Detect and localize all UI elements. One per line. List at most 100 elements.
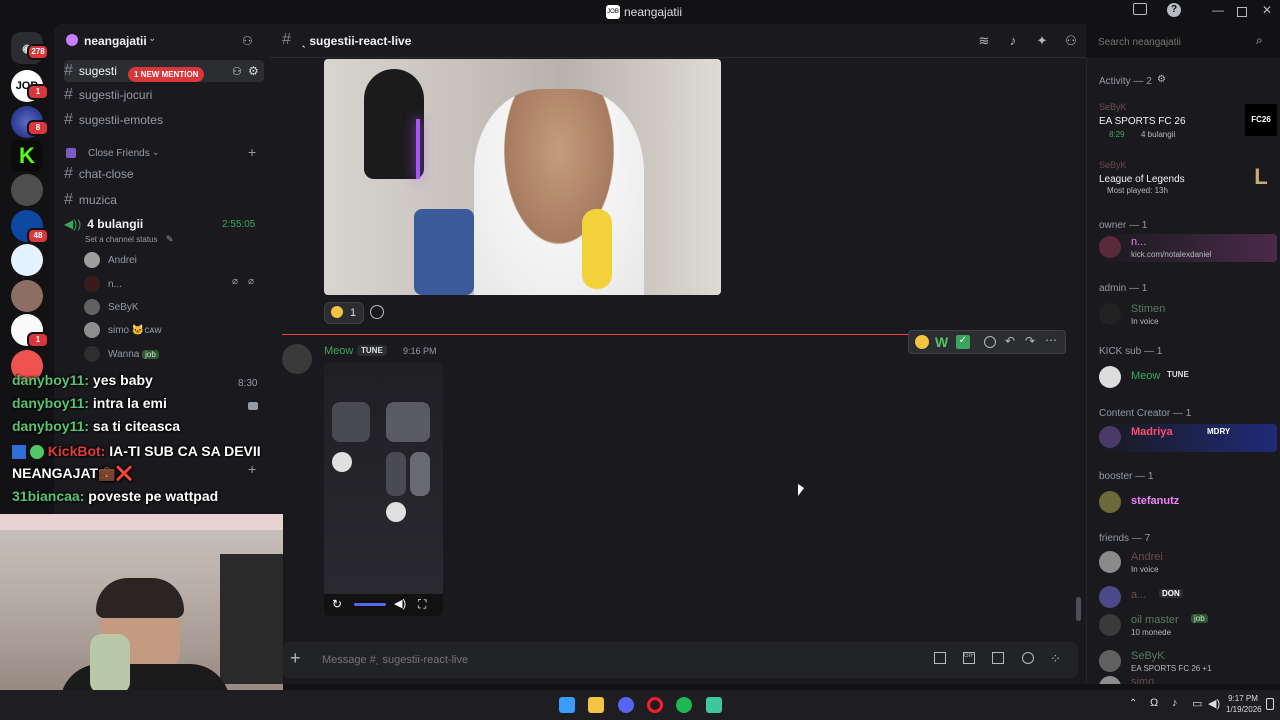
activity-card[interactable]: SeByK EA SPORTS FC 26 8:29 4 bulangii FC… [1099, 102, 1277, 139]
sticker-icon[interactable] [992, 652, 1004, 664]
voice-user[interactable]: SeByK [84, 298, 139, 316]
voice-user-name: SeByK [108, 301, 139, 313]
server-icon[interactable] [11, 244, 43, 276]
activity-card[interactable]: SeByK League of Legends Most played: 13h… [1099, 160, 1277, 195]
pin-icon[interactable]: ✦ [1034, 33, 1050, 49]
apps-icon[interactable]: ⁘ [1050, 651, 1061, 667]
hash-icon: # [64, 165, 73, 182]
close-button[interactable]: ✕ [1262, 3, 1272, 17]
emoji-picker-icon[interactable] [1022, 652, 1034, 664]
avatar [1099, 366, 1121, 388]
member-item[interactable]: Madriya MDRY [1099, 424, 1277, 452]
message-input[interactable] [322, 650, 882, 670]
server-icon-kick[interactable]: K [11, 140, 43, 172]
gift-icon[interactable] [934, 652, 946, 664]
chevron-down-icon[interactable]: ⌄ [152, 147, 160, 158]
w-emoji-icon[interactable]: W [935, 334, 948, 350]
invite-icon[interactable]: ⚇ [232, 65, 242, 78]
fullscreen-icon[interactable]: ⛶ [418, 597, 426, 612]
member-item[interactable]: oil master job 10 monede [1099, 612, 1277, 640]
scrollbar[interactable] [1076, 597, 1081, 621]
windows-icon[interactable] [559, 697, 575, 713]
activity-user: SeByK [1099, 160, 1127, 170]
gif-icon[interactable]: GIF [963, 652, 975, 664]
voice-user[interactable]: Andrei [84, 251, 137, 269]
search-box[interactable]: ⌕ [1092, 31, 1274, 53]
activity-user: SeByK [1099, 102, 1127, 112]
voice-user[interactable]: Wanna job [84, 345, 159, 363]
member-item[interactable]: stefanutz [1099, 489, 1277, 517]
add-channel-icon[interactable]: + [248, 144, 256, 160]
inbox-icon[interactable] [1133, 3, 1147, 15]
channel-item[interactable]: # chat-close [64, 163, 264, 185]
reaction-chip[interactable]: 1 [324, 302, 364, 324]
member-item[interactable]: a... DON [1099, 584, 1277, 612]
bell-icon[interactable]: ♪ [1005, 33, 1021, 49]
member-item[interactable]: Meow TUNE [1099, 364, 1277, 392]
member-item[interactable]: n... kick.com/notalexdaniel [1099, 234, 1277, 262]
taskbar: ⌃ Ω ♪ ▭ ◀) 9:17 PM 1/19/2026 [0, 690, 1280, 720]
voice-user[interactable]: simo 🐱ᴄᴀᴡ [84, 321, 162, 339]
channel-item[interactable]: # sugestii-jocuri [64, 84, 264, 106]
avatar [1099, 236, 1121, 258]
server-icon[interactable] [11, 174, 43, 206]
media-image[interactable] [324, 59, 721, 295]
voice-user-name: n... [108, 278, 122, 290]
forward-icon[interactable]: ↷ [1025, 334, 1035, 348]
member-name: n... [1131, 236, 1147, 248]
user-tag: TUNE [1167, 370, 1189, 379]
clock-date[interactable]: 1/19/2026 [1226, 705, 1262, 714]
search-input[interactable] [1098, 34, 1248, 50]
volume-icon[interactable]: ◀) [1208, 697, 1220, 710]
discord-icon[interactable] [618, 697, 634, 713]
member-status: EA SPORTS FC 26 +1 [1131, 664, 1212, 673]
members-icon[interactable]: ⚇ [1063, 33, 1079, 49]
progress-bar[interactable] [354, 603, 386, 606]
threads-icon[interactable]: ≋ [976, 33, 992, 49]
add-reaction-icon[interactable] [370, 305, 384, 319]
reply-icon[interactable]: ↶ [1005, 334, 1015, 348]
message-author[interactable]: Meow [324, 345, 353, 357]
gear-icon[interactable]: ⚙ [1157, 74, 1166, 85]
notification-icon[interactable] [1266, 698, 1274, 710]
add-reaction-icon[interactable] [984, 336, 996, 348]
message-time: 9:16 PM [403, 346, 437, 356]
category-label[interactable]: Close Friends [88, 148, 150, 159]
app-icon[interactable] [706, 697, 722, 713]
spotify-icon[interactable] [676, 697, 692, 713]
mention-badge[interactable]: 1 NEW MENTION [128, 67, 205, 82]
maximize-button[interactable] [1237, 7, 1247, 17]
chevron-down-icon[interactable]: ⌄ [148, 33, 156, 44]
overlay-message: NEANGAJAT💼❌ [12, 465, 133, 481]
member-item[interactable]: Stimen In voice [1099, 301, 1277, 329]
attachment-image[interactable]: ↻ ◀) ⛶ [324, 362, 443, 616]
volume-icon[interactable]: ◀) [394, 597, 406, 610]
more-icon[interactable]: ⋯ [1045, 333, 1057, 347]
emoji-icon[interactable] [915, 335, 929, 349]
folder-icon[interactable] [588, 697, 604, 713]
server-icon[interactable] [11, 280, 43, 312]
clock-time[interactable]: 9:17 PM [1226, 694, 1260, 703]
member-item[interactable]: SeByK EA SPORTS FC 26 +1 [1099, 648, 1277, 676]
replay-icon[interactable]: ↻ [332, 597, 342, 611]
mic-icon[interactable]: ♪ [1172, 697, 1178, 709]
headset-icon[interactable]: Ω [1150, 697, 1158, 709]
minimize-button[interactable]: — [1212, 3, 1224, 17]
help-icon[interactable]: ? [1167, 3, 1181, 17]
gear-icon[interactable]: ⚙ [248, 64, 259, 78]
opera-icon[interactable] [647, 697, 663, 713]
check-emoji-icon[interactable]: ✓ [956, 335, 970, 349]
network-icon[interactable]: ▭ [1192, 697, 1202, 710]
channel-item[interactable]: # muzica [64, 189, 264, 211]
voice-user[interactable]: n... [84, 275, 122, 293]
chevron-up-icon[interactable]: ⌃ [1129, 698, 1137, 709]
pencil-icon[interactable]: ✎ [166, 234, 174, 245]
add-attachment-icon[interactable]: + [290, 648, 301, 669]
channel-item[interactable]: # sugestii-emotes [64, 109, 264, 131]
add-friend-icon[interactable]: ⚇ [242, 34, 253, 48]
channel-status-prompt[interactable]: Set a channel status [85, 235, 158, 244]
member-item[interactable]: Andrei In voice [1099, 549, 1277, 577]
member-item[interactable]: simo [1099, 674, 1277, 684]
server-name[interactable]: neangajatii [84, 34, 147, 48]
message-input-box[interactable]: + GIF ⁘ [282, 642, 1078, 678]
